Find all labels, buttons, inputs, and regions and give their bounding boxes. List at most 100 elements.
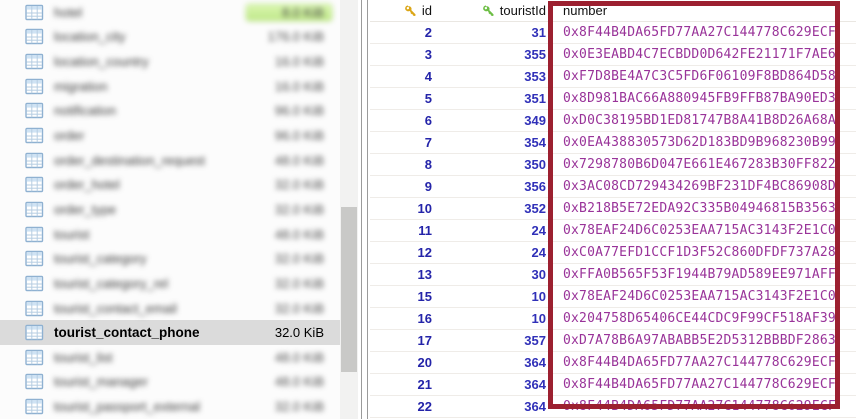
grid-row: 3 355 0x0E3EABD4C7ECBDD0D642FE21171F7AE6 (370, 44, 856, 66)
cell-touristId[interactable]: 10 (440, 308, 551, 329)
table-list-item[interactable]: tourist_passport_external 32.0 KiB (0, 394, 340, 419)
cell-touristId[interactable]: 24 (440, 220, 551, 241)
table-list-item[interactable]: order_hotel 32.0 KiB (0, 172, 340, 197)
table-list-scrollbar[interactable] (340, 0, 358, 419)
table-name: tourist_manager (54, 374, 148, 389)
cell-touristId[interactable]: 352 (440, 198, 551, 219)
table-size-badge: 32.0 KiB (267, 398, 332, 415)
cell-number[interactable]: 0x8F44B4DA65FD77AA27C144778C629ECF (551, 22, 856, 43)
table-list-item[interactable]: hotel 8.0 KiB (0, 0, 340, 25)
scrollbar-thumb[interactable] (341, 207, 357, 372)
cell-number[interactable]: 0x8F44B4DA65FD77AA27C144778C629ECF (551, 352, 856, 373)
table-size: 16.0 KiB (267, 53, 332, 70)
table-list-item[interactable]: tourist_contact_phone 32.0 KiB (0, 320, 340, 345)
table-list-item[interactable]: order 96.0 KiB (0, 123, 340, 148)
cell-number[interactable]: 0x7298780B6D047E661E467283B30FF822 (551, 154, 856, 175)
cell-touristId[interactable]: 24 (440, 242, 551, 263)
cell-id[interactable]: 8 (370, 154, 440, 175)
table-list-item[interactable]: tourist 48.0 KiB (0, 222, 340, 247)
cell-number[interactable]: 0x78EAF24D6C0253EAA715AC3143F2E1C0 (551, 220, 856, 241)
cell-id[interactable]: 13 (370, 264, 440, 285)
cell-id[interactable]: 2 (370, 22, 440, 43)
table-list-item[interactable]: tourist_category_rel 32.0 KiB (0, 271, 340, 296)
table-list-item[interactable]: migration 16.0 KiB (0, 74, 340, 99)
column-header-touristId[interactable]: touristId (440, 0, 551, 21)
cell-number[interactable]: 0xC0A77EFD1CCF1D3F52C860DFDF737A28 (551, 242, 856, 263)
table-list-item[interactable]: tourist_category 32.0 KiB (0, 246, 340, 271)
cell-id[interactable]: 20 (370, 352, 440, 373)
cell-number[interactable]: 0x8F44B4DA65FD77AA27C144778C629ECF (551, 396, 856, 417)
table-list-item[interactable]: tourist_contact_email 32.0 KiB (0, 296, 340, 321)
cell-number[interactable]: 0x78EAF24D6C0253EAA715AC3143F2E1C0 (551, 286, 856, 307)
cell-number[interactable]: 0xF7D8BE4A7C3C5FD6F06109F8BD864D58 (551, 66, 856, 87)
cell-touristId[interactable]: 364 (440, 396, 551, 417)
cell-number[interactable]: 0x0EA438830573D62D183BD9B968230B99 (551, 132, 856, 153)
grid-row: 15 10 0x78EAF24D6C0253EAA715AC3143F2E1C0 (370, 286, 856, 308)
cell-id[interactable]: 5 (370, 88, 440, 109)
table-list-item[interactable]: tourist_list 48.0 KiB (0, 345, 340, 370)
cell-id[interactable]: 15 (370, 286, 440, 307)
cell-id[interactable]: 7 (370, 132, 440, 153)
cell-id[interactable]: 22 (370, 396, 440, 417)
column-header-number[interactable]: number (551, 0, 856, 21)
table-list-item[interactable]: notification 96.0 KiB (0, 99, 340, 124)
grid-row: 17 357 0xD7A78B6A97ABABB5E2D5312BBBDF286… (370, 330, 856, 352)
table-name: order (54, 128, 84, 143)
cell-number[interactable]: 0x204758D65406CE44CDC9F99CF518AF39 (551, 308, 856, 329)
cell-touristId[interactable]: 351 (440, 88, 551, 109)
cell-id[interactable]: 3 (370, 44, 440, 65)
cell-id[interactable]: 21 (370, 374, 440, 395)
cell-touristId[interactable]: 10 (440, 286, 551, 307)
cell-number[interactable]: 0x8D981BAC66A880945FB9FFB87BA90ED3 (551, 88, 856, 109)
table-size: 16.0 KiB (267, 78, 332, 95)
splitter-line (361, 0, 362, 419)
cell-touristId[interactable]: 353 (440, 66, 551, 87)
cell-number[interactable]: 0xB218B5E72EDA92C335B04946815B3563 (551, 198, 856, 219)
table-icon (25, 226, 44, 243)
table-icon (25, 349, 44, 366)
table-list-item[interactable]: tourist_manager 48.0 KiB (0, 370, 340, 395)
table-size: 32.0 KiB (267, 275, 332, 292)
table-name: hotel (54, 5, 82, 20)
table-list-item[interactable]: order_type 32.0 KiB (0, 197, 340, 222)
cell-touristId[interactable]: 31 (440, 22, 551, 43)
cell-id[interactable]: 16 (370, 308, 440, 329)
cell-touristId[interactable]: 354 (440, 132, 551, 153)
cell-touristId[interactable]: 349 (440, 110, 551, 131)
cell-touristId[interactable]: 364 (440, 352, 551, 373)
cell-number[interactable]: 0xFFA0B565F53F1944B79AD589EE971AFF (551, 264, 856, 285)
grid-row: 4 353 0xF7D8BE4A7C3C5FD6F06109F8BD864D58 (370, 66, 856, 88)
cell-id[interactable]: 17 (370, 330, 440, 351)
cell-id[interactable]: 9 (370, 176, 440, 197)
cell-touristId[interactable]: 364 (440, 374, 551, 395)
table-size: 32.0 KiB (267, 201, 332, 218)
table-list-item[interactable]: location_country 16.0 KiB (0, 49, 340, 74)
cell-id[interactable]: 12 (370, 242, 440, 263)
column-header-id[interactable]: id (370, 0, 440, 21)
cell-touristId[interactable]: 357 (440, 330, 551, 351)
table-size: 48.0 KiB (267, 152, 332, 169)
table-size: 48.0 KiB (267, 226, 332, 243)
cell-touristId[interactable]: 356 (440, 176, 551, 197)
cell-number[interactable]: 0x8F44B4DA65FD77AA27C144778C629ECF (551, 374, 856, 395)
grid-row: 9 356 0x3AC08CD729434269BF231DF4BC86908D (370, 176, 856, 198)
table-list-item[interactable]: order_destination_request 48.0 KiB (0, 148, 340, 173)
cell-number[interactable]: 0xD7A78B6A97ABABB5E2D5312BBBDF2863 (551, 330, 856, 351)
cell-id[interactable]: 11 (370, 220, 440, 241)
table-list-item[interactable]: location_city 176.0 KiB (0, 25, 340, 50)
cell-id[interactable]: 4 (370, 66, 440, 87)
cell-id[interactable]: 6 (370, 110, 440, 131)
table-size-badge: 32.0 KiB (267, 300, 332, 317)
cell-number[interactable]: 0xD0C38195BD1ED81747B8A41B8D26A68A (551, 110, 856, 131)
cell-number[interactable]: 0x0E3EABD4C7ECBDD0D642FE21171F7AE6 (551, 44, 856, 65)
cell-id[interactable]: 10 (370, 198, 440, 219)
cell-number[interactable]: 0x3AC08CD729434269BF231DF4BC86908D (551, 176, 856, 197)
cell-touristId[interactable]: 355 (440, 44, 551, 65)
table-list: hotel 8.0 KiB loc (0, 0, 340, 419)
cell-touristId[interactable]: 350 (440, 154, 551, 175)
table-name: order_hotel (54, 177, 120, 192)
panel-splitter[interactable] (358, 0, 370, 419)
cell-touristId[interactable]: 30 (440, 264, 551, 285)
table-size-badge: 96.0 KiB (267, 127, 332, 144)
table-icon (25, 78, 44, 95)
